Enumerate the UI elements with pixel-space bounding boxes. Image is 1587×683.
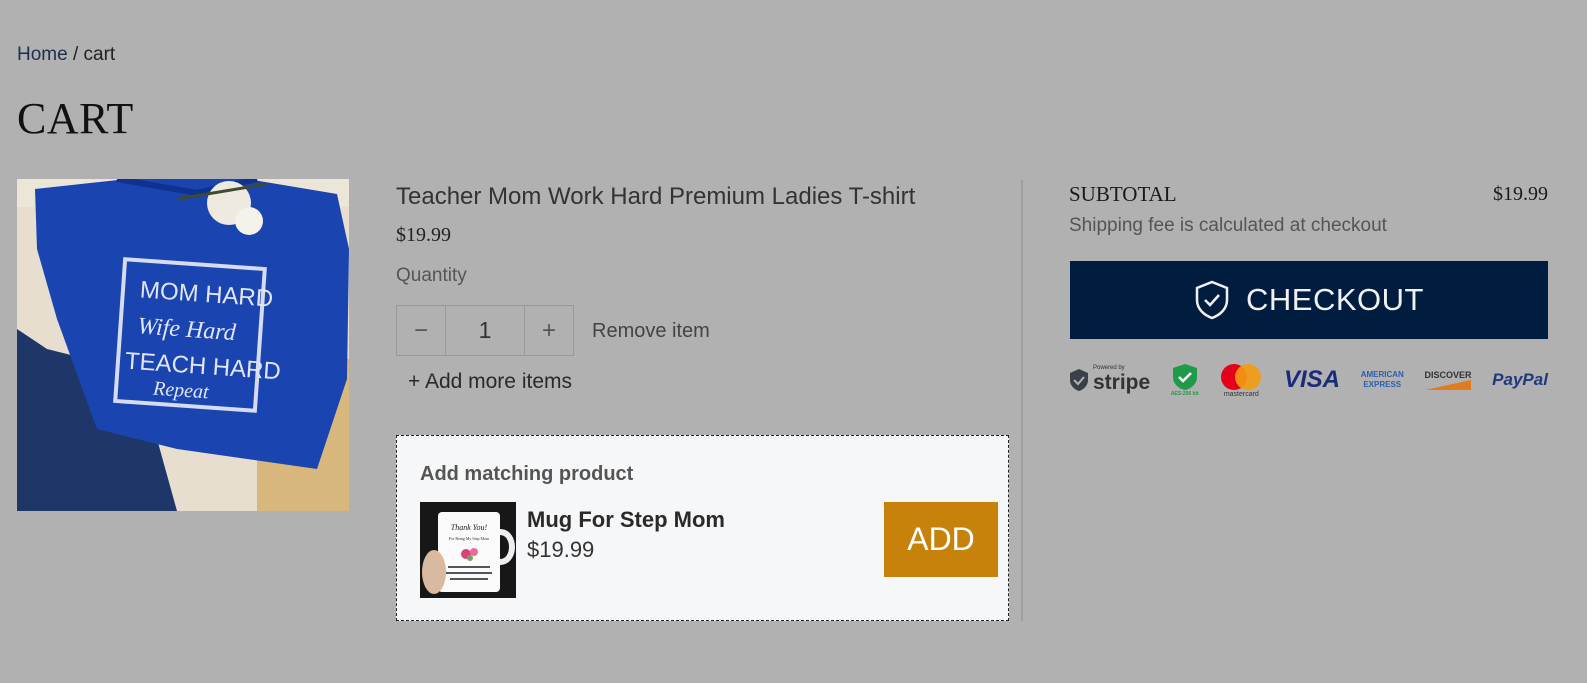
amex-label-bottom: EXPRESS: [1363, 380, 1402, 389]
tshirt-text-4: Repeat: [151, 378, 209, 404]
upsell-product-image[interactable]: Thank You! For Being My Step Mom: [420, 502, 516, 598]
breadcrumb-home-link[interactable]: Home: [17, 44, 68, 65]
upsell-product-price: $19.99: [527, 537, 595, 562]
page-title: CART: [17, 94, 134, 143]
ssl-shield-icon: [1172, 364, 1197, 390]
product-image[interactable]: MOM HARD Wife Hard TEACH HARD Repeat: [17, 179, 349, 511]
upsell-title: Add matching product: [420, 463, 634, 485]
checkout-label: CHECKOUT: [1246, 282, 1424, 317]
shipping-note: Shipping fee is calculated at checkout: [1069, 215, 1387, 236]
visa-badge: VISA: [1284, 366, 1341, 393]
discover-badge: DISCOVER: [1424, 370, 1472, 390]
checkout-button[interactable]: CHECKOUT: [1070, 261, 1548, 339]
payment-icons: Powered by stripe AES-256 bit mastercard…: [1069, 358, 1548, 402]
amex-label-top: AMERICAN: [1360, 370, 1404, 379]
stripe-wordmark: stripe: [1093, 371, 1151, 394]
upsell-box: Add matching product Thank You! For Bein…: [396, 435, 1009, 621]
stripe-shield-icon: [1070, 369, 1088, 391]
column-divider: [1021, 180, 1023, 621]
mug-text-2: For Being My Step Mom: [449, 536, 490, 541]
amex-badge: AMERICAN EXPRESS: [1361, 370, 1404, 390]
mastercard-icon: [1221, 363, 1262, 390]
cart-item-price: $19.99: [396, 224, 451, 246]
shield-check-icon: [1195, 280, 1229, 320]
breadcrumb-current: cart: [83, 44, 116, 65]
mug-illustration: Thank You! For Being My Step Mom: [420, 502, 516, 598]
breadcrumb: Home / cart: [17, 44, 115, 66]
discover-stripe-icon: [1425, 380, 1472, 390]
mastercard-label: mastercard: [1223, 390, 1259, 398]
mug-text-1: Thank You!: [451, 523, 488, 532]
quantity-input[interactable]: [445, 306, 525, 355]
ssl-badge: AES-256 bit: [1171, 363, 1199, 397]
cart-item-name[interactable]: Teacher Mom Work Hard Premium Ladies T-s…: [396, 183, 915, 211]
paypal-badge: PayPal: [1492, 370, 1548, 389]
upsell-product-name[interactable]: Mug For Step Mom: [527, 507, 725, 533]
quantity-decrement-button[interactable]: −: [397, 306, 445, 355]
breadcrumb-separator: /: [72, 44, 79, 65]
quantity-stepper: − +: [396, 305, 574, 356]
discover-label: DISCOVER: [1424, 370, 1472, 380]
mastercard-badge: mastercard: [1219, 363, 1263, 398]
quantity-increment-button[interactable]: +: [525, 306, 573, 355]
tshirt-illustration: MOM HARD Wife Hard TEACH HARD Repeat: [17, 179, 349, 511]
subtotal-value: $19.99: [1493, 183, 1548, 205]
stripe-badge: Powered by stripe: [1069, 365, 1150, 395]
quantity-label: Quantity: [396, 265, 467, 286]
add-more-items-link[interactable]: + Add more items: [408, 370, 572, 394]
subtotal-label: SUBTOTAL: [1069, 182, 1177, 206]
upsell-add-button[interactable]: ADD: [884, 502, 998, 577]
remove-item-link[interactable]: Remove item: [592, 320, 710, 343]
ssl-label: AES-256 bit: [1170, 391, 1199, 397]
